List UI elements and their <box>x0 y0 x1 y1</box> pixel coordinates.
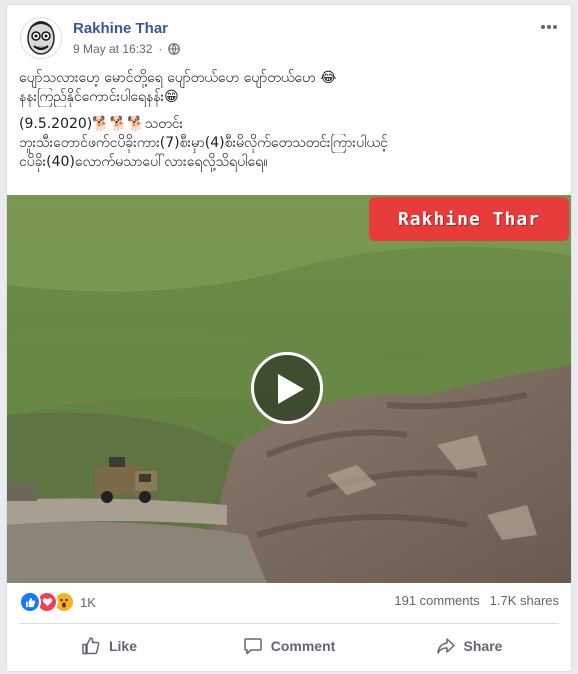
play-icon <box>278 374 304 404</box>
page-name-link[interactable]: Rakhine Thar <box>73 20 168 37</box>
post-text-line: (9.5.2020)🐕🐕🐕သတင်း <box>19 116 184 132</box>
thumbs-up-icon <box>82 637 100 655</box>
video-watermark: Rakhine Thar <box>369 197 569 241</box>
timestamp-link[interactable]: 9 May at 16:32 <box>73 42 152 56</box>
post-actions: Like Comment Share <box>19 629 559 663</box>
like-button[interactable]: Like <box>19 629 199 663</box>
post-meta: 9 May at 16:32 · <box>73 42 181 56</box>
comment-icon <box>243 638 262 655</box>
shares-count-link[interactable]: 1.7K shares <box>490 593 559 608</box>
share-button[interactable]: Share <box>379 629 559 663</box>
more-options-button[interactable] <box>539 17 559 37</box>
avatar-face-icon <box>21 18 61 58</box>
divider <box>19 623 559 624</box>
engagement-stats: 1K 191 comments 1.7K shares <box>19 591 559 613</box>
like-reaction-icon <box>19 591 41 613</box>
post-text-line: ပျော်သလားဟေ့ မောင်တို့ရေ ပျော်တယ်ဟေ ပျော… <box>19 70 337 86</box>
reaction-count[interactable]: 1K <box>80 595 96 610</box>
post-card: Rakhine Thar 9 May at 16:32 · ပျော်သလားဟ… <box>6 4 572 672</box>
comments-count-link[interactable]: 191 comments <box>394 593 479 608</box>
share-label: Share <box>463 638 503 654</box>
like-label: Like <box>108 638 137 654</box>
avatar[interactable] <box>20 17 62 59</box>
post-text-line: ဘူးသီးတောင်ဖက်ငပိခိုးကား(7)စီးမှာ(4)စီးမ… <box>19 135 388 151</box>
share-icon <box>436 638 455 654</box>
comment-button[interactable]: Comment <box>199 629 379 663</box>
comment-label: Comment <box>270 638 336 654</box>
post-text-line: နနးကြည်နိုင်ကောင်းပါရေနန်း😁 <box>19 89 179 105</box>
more-options-icon <box>541 25 557 29</box>
reactions-summary[interactable]: 1K <box>19 591 96 613</box>
post-text-line: ငပိခိုး(40)လောက်မသာပေါ်လားရေလို့သိရပါရေ။ <box>19 154 268 170</box>
globe-icon[interactable] <box>168 43 181 55</box>
post-text: ပျော်သလားဟေ့ မောင်တို့ရေ ပျော်တယ်ဟေ ပျော… <box>19 69 559 172</box>
play-button[interactable] <box>251 352 323 424</box>
video-player[interactable]: Rakhine Thar <box>7 195 571 583</box>
